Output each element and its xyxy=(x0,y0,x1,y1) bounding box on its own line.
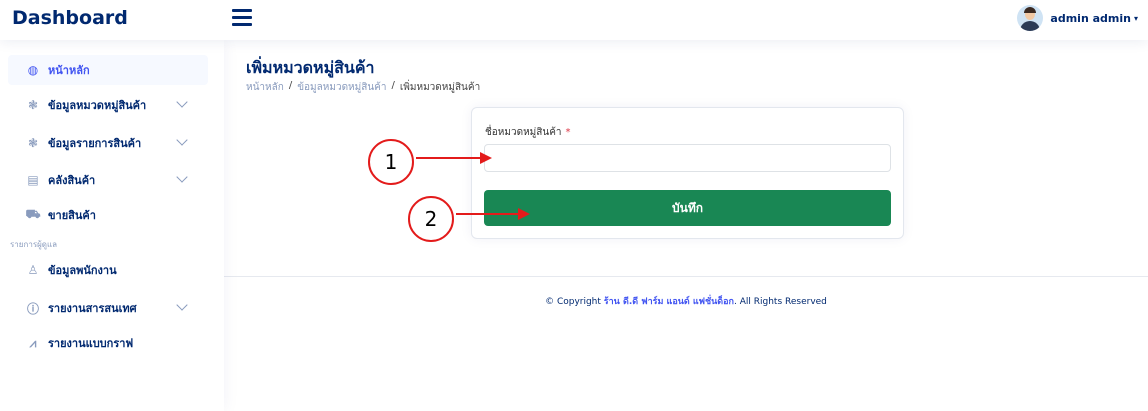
sidebar-item-reports[interactable]: ⓘ รายงานสารสนเทศ xyxy=(8,293,208,323)
page-title: เพิ่มหมวดหมู่สินค้า xyxy=(246,58,375,77)
arrow-right-icon xyxy=(480,152,492,164)
sidebar-item-graph-report[interactable]: ⩘ รายงานแบบกราฟ xyxy=(8,328,208,358)
footer-prefix: © Copyright xyxy=(545,297,601,307)
footer: © Copyright ร้าน ดี.ดี ฟาร์ม แอนด์ แฟชั่… xyxy=(224,294,1148,308)
paw-icon: ❃ xyxy=(27,98,39,112)
sidebar-item-label: ข้อมูลพนักงาน xyxy=(48,264,117,277)
sidebar-item-label: ข้อมูลรายการสินค้า xyxy=(48,137,142,150)
user-name[interactable]: admin admin xyxy=(1050,12,1131,25)
sidebar-item-label: รายงานแบบกราฟ xyxy=(48,337,134,350)
archive-icon: ▤ xyxy=(27,173,39,187)
form-card: ชื่อหมวดหมู่สินค้า * บันทึก xyxy=(471,107,904,239)
sidebar-item-employees[interactable]: ♙ ข้อมูลพนักงาน xyxy=(8,255,208,285)
cart-icon: ⛟ xyxy=(25,207,41,221)
annotation-marker-2: 2 xyxy=(408,196,454,242)
breadcrumb-separator: / xyxy=(391,80,395,91)
caret-down-icon[interactable]: ▾ xyxy=(1134,14,1138,23)
info-icon: ⓘ xyxy=(26,301,39,316)
breadcrumb-category[interactable]: ข้อมูลหมวดหมู่สินค้า xyxy=(297,80,386,95)
sidebar-item-home[interactable]: ◍ หน้าหลัก xyxy=(8,55,208,85)
footer-suffix: . All Rights Reserved xyxy=(734,297,827,307)
sidebar-item-label: คลังสินค้า xyxy=(48,174,96,187)
brand-logo[interactable]: Dashboard xyxy=(12,7,128,29)
person-icon: ♙ xyxy=(27,263,39,277)
sidebar-heading: รายการผู้ดูแล xyxy=(10,240,58,249)
top-header: Dashboard admin admin ▾ xyxy=(0,0,1148,40)
sidebar-item-sales[interactable]: ⛟ ขายสินค้า xyxy=(8,200,208,230)
avatar[interactable] xyxy=(1017,5,1044,31)
sidebar-item-warehouse[interactable]: ▤ คลังสินค้า xyxy=(8,165,208,195)
breadcrumb-separator: / xyxy=(288,80,293,91)
chevron-down-icon xyxy=(176,134,188,146)
arrow-right-icon xyxy=(518,208,530,220)
footer-shop-name: ร้าน ดี.ดี ฟาร์ม แอนด์ แฟชั่นด็อก xyxy=(603,297,735,307)
breadcrumb-current: เพิ่มหมวดหมู่สินค้า xyxy=(399,82,481,93)
category-name-input[interactable] xyxy=(484,144,891,172)
sidebar-item-label: ขายสินค้า xyxy=(48,209,96,222)
sidebar-item-products[interactable]: ❃ ข้อมูลรายการสินค้า xyxy=(8,128,208,158)
chevron-down-icon xyxy=(176,299,188,311)
sidebar-item-category[interactable]: ❃ ข้อมูลหมวดหมู่สินค้า xyxy=(8,90,208,120)
dashboard-icon: ◍ xyxy=(27,63,39,77)
required-mark: * xyxy=(565,127,571,138)
breadcrumb-home[interactable]: หน้าหลัก xyxy=(246,80,284,95)
annotation-marker-1: 1 xyxy=(368,139,414,185)
chevron-down-icon xyxy=(176,171,188,183)
field-label-text: ชื่อหมวดหมู่สินค้า xyxy=(485,127,562,138)
sidebar-item-label: ข้อมูลหมวดหมู่สินค้า xyxy=(48,99,147,112)
breadcrumb: หน้าหลัก / ข้อมูลหมวดหมู่สินค้า / เพิ่มห… xyxy=(246,80,480,95)
sidebar: ◍ หน้าหลัก ❃ ข้อมูลหมวดหมู่สินค้า ❃ ข้อม… xyxy=(0,40,224,411)
user-menu[interactable]: admin admin ▾ xyxy=(1017,5,1138,31)
chevron-down-icon xyxy=(176,96,188,108)
paw-icon: ❃ xyxy=(27,136,39,150)
category-name-label: ชื่อหมวดหมู่สินค้า * xyxy=(485,125,571,140)
annotation-arrow-2 xyxy=(456,213,520,215)
sidebar-item-label: รายงานสารสนเทศ xyxy=(48,302,137,315)
graph-icon: ⩘ xyxy=(29,335,37,350)
annotation-arrow-1 xyxy=(416,157,482,159)
footer-divider xyxy=(224,276,1148,277)
sidebar-item-label: หน้าหลัก xyxy=(48,64,90,77)
menu-toggle-icon[interactable] xyxy=(232,9,252,27)
save-button[interactable]: บันทึก xyxy=(484,190,891,226)
